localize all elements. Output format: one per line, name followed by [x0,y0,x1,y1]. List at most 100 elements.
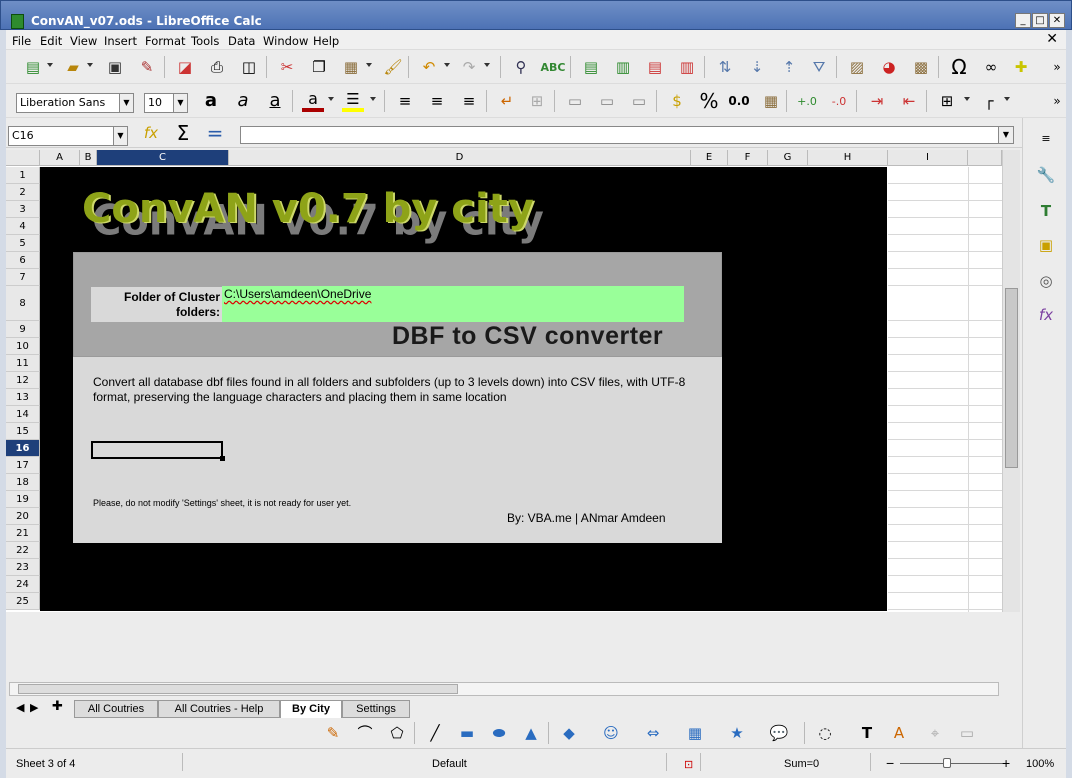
polygon-icon[interactable]: ⬠ [386,722,408,744]
add-sheet-icon[interactable]: ✚ [52,699,63,714]
tab-settings[interactable]: Settings [342,700,410,718]
row-header-25[interactable]: 25 [6,593,40,610]
pivot-table-icon[interactable]: ▩ [910,56,932,78]
borders-icon[interactable]: ⊞ [936,90,958,112]
select-all-corner[interactable] [6,150,40,166]
line-icon[interactable]: ╱ [424,722,446,744]
row-header-12[interactable]: 12 [6,372,40,389]
font-name-box[interactable]: Liberation Sans ▼ [16,93,134,113]
align-left-icon[interactable]: ≡ [394,90,416,112]
prev-sheet-icon[interactable]: ◀ [16,701,24,714]
edit-file-icon[interactable]: ✎ [136,56,158,78]
menu-edit[interactable]: Edit [40,34,62,48]
extrusion-icon[interactable]: ▭ [956,722,978,744]
gallery-icon[interactable]: ▣ [1035,234,1057,256]
next-sheet-icon[interactable]: ▶ [30,701,38,714]
menu-format[interactable]: Format [145,34,186,48]
open-folder-icon[interactable]: ▰ [62,56,84,78]
tab-all-coutries-help[interactable]: All Coutries - Help [158,700,280,718]
menu-window[interactable]: Window [263,34,308,48]
zoom-out-icon[interactable]: − [886,755,894,771]
row-header-22[interactable]: 22 [6,542,40,559]
delete-row-icon[interactable]: ▤ [644,56,666,78]
decrease-indent-icon[interactable]: ⇤ [898,90,920,112]
fill-handle[interactable] [220,456,225,461]
align-center-icon[interactable]: ≡ [426,90,448,112]
selected-cell-c16[interactable] [91,441,225,461]
row-header-19[interactable]: 19 [6,491,40,508]
fontwork-icon[interactable]: A [888,722,910,744]
clone-formatting-icon[interactable]: 🖌 [382,56,404,78]
navigator-icon[interactable]: ◎ [1035,270,1057,292]
underline-icon[interactable]: a [264,90,286,112]
redo-icon[interactable]: ↷ [458,56,480,78]
wrap-text-icon[interactable]: ↵ [496,90,518,112]
align-bottom-icon[interactable]: ▭ [628,90,650,112]
triangle-icon[interactable]: ▲ [520,722,542,744]
row-header-16[interactable]: 16 [6,440,40,457]
row-header-21[interactable]: 21 [6,525,40,542]
export-pdf-icon[interactable]: ◪ [174,56,196,78]
row-header-15[interactable]: 15 [6,423,40,440]
column-header-e[interactable]: E [691,150,728,166]
tab-by-city[interactable]: By City [280,700,342,718]
row-header-1[interactable]: 1 [6,167,40,184]
insert-image-icon[interactable]: ▨ [846,56,868,78]
toolbar-overflow-icon[interactable]: » [1046,56,1068,78]
spelling-icon[interactable]: ABC [541,56,566,78]
symbol-shapes-icon[interactable]: ☺ [600,722,622,744]
merge-cells-icon[interactable]: ⊞ [526,90,548,112]
special-character-icon[interactable]: Ω [948,56,970,78]
menu-insert[interactable]: Insert [104,34,137,48]
column-header-c[interactable]: C [97,150,229,166]
row-header-8[interactable]: 8 [6,286,40,321]
points-icon[interactable]: ⌖ [924,722,946,744]
delete-column-icon[interactable]: ▥ [676,56,698,78]
row-header-2[interactable]: 2 [6,184,40,201]
row-header-10[interactable]: 10 [6,338,40,355]
row-header-24[interactable]: 24 [6,576,40,593]
align-right-icon[interactable]: ≡ [458,90,480,112]
column-header-i[interactable]: I [888,150,968,166]
flowchart-icon[interactable]: ▦ [684,722,706,744]
increase-indent-icon[interactable]: ⇥ [866,90,888,112]
percent-icon[interactable]: % [698,90,720,112]
minimize-button[interactable]: _ [1015,13,1031,28]
row-header-17[interactable]: 17 [6,457,40,474]
functions-icon[interactable]: fx [1035,304,1057,326]
insert-chart-icon[interactable]: ◕ [878,56,900,78]
function-wizard-icon[interactable]: fx [140,122,162,144]
vertical-scrollbar[interactable] [1002,150,1020,612]
menu-view[interactable]: View [70,34,97,48]
basic-shapes-icon[interactable]: ◆ [558,722,580,744]
new-document-icon[interactable]: ▤ [22,56,44,78]
row-header-20[interactable]: 20 [6,508,40,525]
row-header-5[interactable]: 5 [6,235,40,252]
copy-icon[interactable]: ❐ [308,56,330,78]
folder-path-cell[interactable]: C:\Users\amdeen\OneDrive [222,286,684,322]
row-header-23[interactable]: 23 [6,559,40,576]
row-header-18[interactable]: 18 [6,474,40,491]
zoom-slider-track[interactable] [900,763,1005,764]
row-header-7[interactable]: 7 [6,269,40,286]
formula-icon[interactable]: = [204,122,226,144]
row-header-14[interactable]: 14 [6,406,40,423]
row-header-4[interactable]: 4 [6,218,40,235]
sidebar-menu-icon[interactable]: ≡ [1035,128,1057,150]
horizontal-scrollbar[interactable] [9,682,999,696]
undo-icon[interactable]: ↶ [418,56,440,78]
insert-column-icon[interactable]: ▥ [612,56,634,78]
add-decimal-icon[interactable]: +.0 [796,90,818,112]
font-color-icon[interactable]: a [302,90,324,112]
vertical-scroll-thumb[interactable] [1005,288,1018,468]
properties-icon[interactable]: 🔧 [1035,164,1057,186]
text-box-icon[interactable]: T [856,722,878,744]
styles-icon[interactable]: T [1035,200,1057,222]
find-replace-icon[interactable]: ⚲ [510,56,532,78]
column-header-extra[interactable] [968,150,1002,166]
column-header-h[interactable]: H [808,150,888,166]
column-header-g[interactable]: G [768,150,808,166]
date-format-icon[interactable]: ▦ [760,90,782,112]
zoom-slider-knob[interactable] [943,758,951,768]
zoom-level[interactable]: 100% [1026,758,1054,770]
